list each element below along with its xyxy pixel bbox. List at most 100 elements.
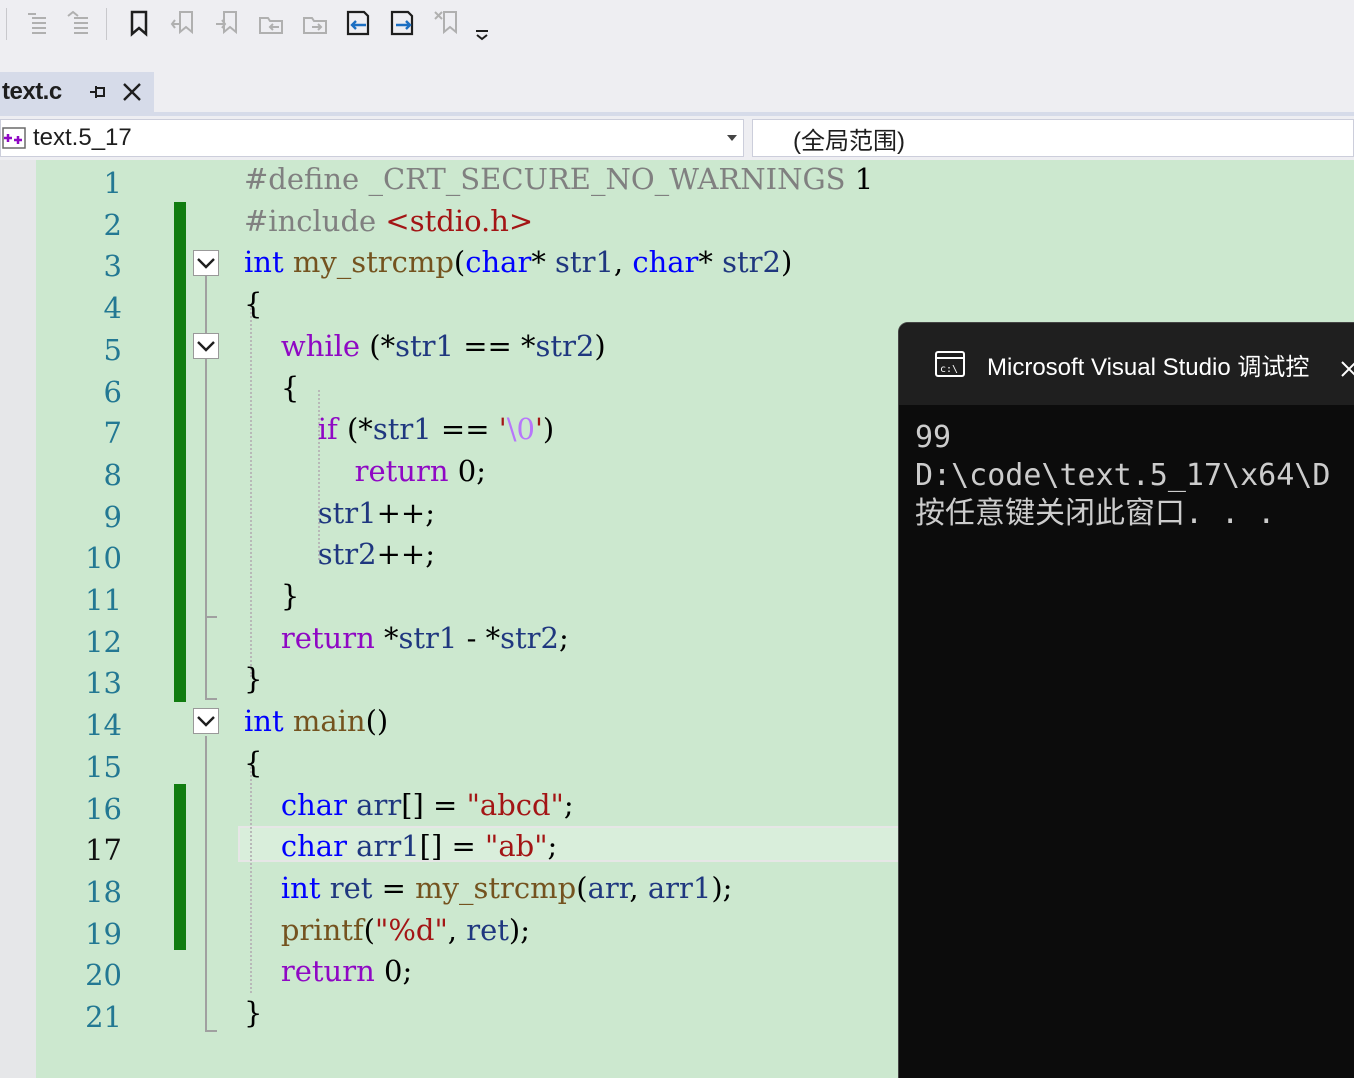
code-token: <stdio.h> — [385, 203, 534, 238]
code-line[interactable]: int my_strcmp(char* str1, char* str2) — [244, 245, 792, 285]
code-token: 0; — [374, 954, 413, 989]
code-token: #define — [244, 162, 369, 196]
code-token: return — [280, 620, 375, 655]
code-line[interactable]: { — [244, 371, 299, 411]
code-token: } — [244, 996, 263, 1030]
code-line[interactable]: { — [244, 746, 262, 786]
code-token: } — [244, 579, 300, 613]
debug-console-window[interactable]: c:\ Microsoft Visual Studio 调试控 99 D:\co… — [898, 322, 1354, 1078]
toggle-bookmark-icon[interactable] — [122, 6, 156, 40]
code-token: , — [629, 870, 648, 905]
close-icon[interactable] — [120, 80, 144, 104]
toolbar — [0, 0, 1354, 58]
code-line[interactable]: } — [244, 662, 262, 702]
collapse-toggle[interactable] — [193, 250, 219, 276]
code-token: str1 — [372, 412, 432, 447]
code-line[interactable]: str1++; — [244, 496, 435, 536]
code-token: printf — [280, 912, 364, 947]
collapse-toggle[interactable] — [193, 333, 219, 359]
code-token: { — [244, 370, 300, 405]
code-token: ; — [547, 829, 558, 864]
code-token: "%d" — [374, 912, 448, 947]
code-line[interactable]: } — [244, 996, 262, 1036]
code-token: "abcd" — [466, 787, 564, 822]
code-token: \0 — [506, 412, 535, 447]
code-token: str1 — [395, 328, 454, 363]
code-token: , — [613, 245, 633, 280]
code-line[interactable]: return 0; — [244, 954, 412, 994]
code-token: == * — [454, 328, 536, 363]
line-number: 16 — [85, 791, 122, 826]
code-token: (* — [360, 328, 396, 363]
console-output-line: 99 — [915, 420, 952, 455]
code-token: "ab" — [485, 829, 548, 864]
code-token: char — [280, 829, 347, 864]
change-tracking-bar — [174, 202, 186, 702]
toolbar-separator — [6, 8, 7, 40]
ide-window: { "tab": { "label": "text.c" }, "nav": {… — [0, 0, 1354, 1078]
code-line[interactable]: } — [244, 579, 299, 619]
line-number: 17 — [85, 833, 122, 868]
next-bookmark-in-folder-icon[interactable] — [298, 6, 332, 40]
code-line[interactable]: char arr[] = "abcd"; — [244, 788, 574, 828]
previous-bookmark-icon[interactable] — [166, 6, 200, 40]
code-token: ); — [711, 870, 733, 905]
code-token: return — [280, 954, 375, 989]
code-token: return — [354, 453, 449, 488]
code-token: ++; — [376, 537, 435, 572]
code-token: * — [374, 620, 399, 655]
code-token: int — [280, 870, 321, 905]
code-token: (* — [337, 412, 373, 447]
navigation-bar: text.5_17 (全局范围) — [0, 116, 1354, 160]
previous-bookmark-in-document-icon[interactable] — [342, 6, 376, 40]
code-line[interactable]: int ret = my_strcmp(arr, arr1); — [244, 870, 733, 911]
code-token: char — [465, 245, 532, 280]
collapse-toggle[interactable] — [193, 708, 219, 734]
console-title-bar[interactable]: c:\ Microsoft Visual Studio 调试控 — [899, 323, 1354, 405]
code-token: 0; — [448, 453, 486, 488]
toolbar-overflow-icon[interactable] — [470, 14, 494, 48]
outline-end — [205, 616, 217, 618]
uncomment-lines-icon[interactable] — [62, 6, 96, 40]
code-token: ( — [363, 912, 375, 947]
code-token: [] = — [419, 829, 486, 864]
outline-line — [205, 736, 207, 1032]
previous-bookmark-in-folder-icon[interactable] — [254, 6, 288, 40]
code-line[interactable]: #define _CRT_SECURE_NO_WARNINGS 1 — [244, 162, 873, 202]
project-dropdown[interactable]: text.5_17 — [0, 119, 744, 157]
next-bookmark-icon[interactable] — [210, 6, 244, 40]
code-token: { — [244, 745, 263, 780]
line-number: 2 — [103, 207, 122, 242]
comment-out-lines-icon[interactable] — [20, 6, 54, 40]
code-token: str1 — [398, 620, 458, 655]
line-number: 21 — [85, 1000, 122, 1034]
code-line[interactable]: int main() — [244, 704, 388, 744]
pin-icon[interactable] — [86, 80, 108, 104]
code-token: ' — [498, 412, 507, 447]
document-tab[interactable]: text.c — [0, 72, 154, 112]
code-token: ) — [542, 412, 555, 447]
code-line[interactable]: char arr1[] = "ab"; — [244, 829, 557, 869]
code-line[interactable]: while (*str1 == *str2) — [244, 329, 606, 369]
code-token: _CRT_SECURE_NO_WARNINGS — [368, 162, 846, 196]
toolbar-separator — [106, 8, 107, 40]
close-icon[interactable] — [1339, 359, 1354, 379]
line-number: 4 — [103, 291, 122, 326]
code-line[interactable]: printf("%d", ret); — [244, 913, 530, 953]
code-line[interactable]: return 0; — [244, 454, 486, 494]
code-token: ret — [466, 912, 509, 947]
clear-bookmarks-icon[interactable] — [430, 6, 464, 40]
scope-dropdown[interactable]: (全局范围) — [752, 119, 1354, 157]
code-line[interactable]: if (*str1 == '\0') — [244, 412, 555, 452]
code-line[interactable]: #include <stdio.h> — [244, 204, 533, 244]
next-bookmark-in-document-icon[interactable] — [386, 6, 420, 40]
code-line[interactable]: str2++; — [244, 537, 435, 577]
line-number: 11 — [85, 583, 122, 617]
code-line[interactable]: { — [244, 287, 262, 327]
code-line[interactable]: return *str1 - *str2; — [244, 621, 569, 661]
